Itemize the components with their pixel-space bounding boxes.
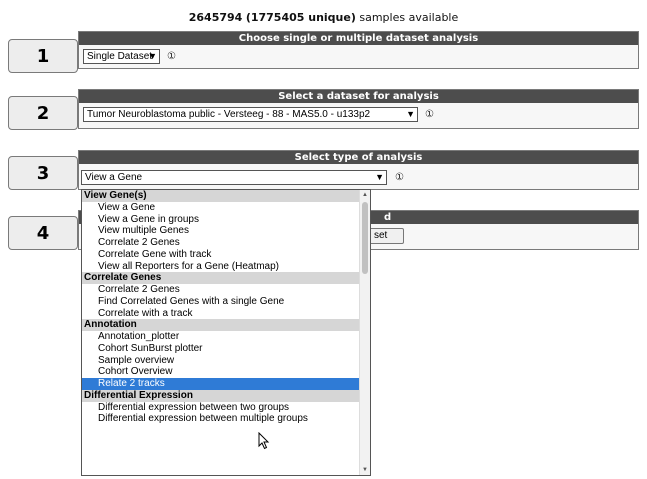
dropdown-option[interactable]: Differential expression between two grou… xyxy=(82,402,360,414)
step-2-panel: Select a dataset for analysis Tumor Neur… xyxy=(78,89,639,129)
dropdown-option[interactable]: Differential expression between multiple… xyxy=(82,413,360,425)
analysis-type-select[interactable]: View a Gene ▼ xyxy=(81,170,387,185)
sample-count: 2645794 xyxy=(188,11,243,24)
dropdown-option[interactable]: Annotation_plotter xyxy=(82,331,360,343)
option-group-header: Differential Expression xyxy=(82,389,360,402)
dropdown-option[interactable]: Correlate 2 Genes xyxy=(82,284,360,296)
info-icon[interactable]: ① xyxy=(167,49,176,64)
step-3-number: 3 xyxy=(8,156,78,190)
chevron-down-icon: ▼ xyxy=(406,109,415,119)
dropdown-option[interactable]: Relate 2 tracks xyxy=(82,378,360,390)
analysis-type-options: View Gene(s) View a Gene View a Gene in gr… xyxy=(82,190,360,425)
step-2-title: Select a dataset for analysis xyxy=(79,90,638,103)
scroll-up-icon[interactable]: ▲ xyxy=(360,190,370,200)
info-icon[interactable]: ① xyxy=(395,170,404,185)
reset-button[interactable]: set xyxy=(369,228,404,244)
step-1-title: Choose single or multiple dataset analys… xyxy=(79,32,638,45)
step-1-number: 1 xyxy=(8,39,78,73)
dropdown-option[interactable]: Sample overview xyxy=(82,355,360,367)
step-3-panel: Select type of analysis View a Gene ▼ ① xyxy=(78,150,639,190)
option-group-header: Correlate Genes xyxy=(82,272,360,284)
dropdown-option[interactable]: View all Reporters for a Gene (Heatmap) xyxy=(82,261,360,273)
analysis-mode-select[interactable]: Single Dataset ▼ xyxy=(83,49,160,64)
dropdown-option[interactable]: Find Correlated Genes with a single Gene xyxy=(82,296,360,308)
mouse-pointer-icon xyxy=(258,432,270,450)
dropdown-option[interactable]: Correlate Gene with track xyxy=(82,249,360,261)
step-1-panel: Choose single or multiple dataset analys… xyxy=(78,31,639,69)
step-4-number: 4 xyxy=(8,216,78,250)
dropdown-option[interactable]: Cohort Overview xyxy=(82,366,360,378)
dropdown-scrollbar[interactable]: ▲ ▼ xyxy=(359,190,370,475)
analysis-type-dropdown[interactable]: View Gene(s) View a Gene View a Gene in gr… xyxy=(81,189,371,476)
samples-suffix: samples available xyxy=(359,11,459,24)
dropdown-option[interactable]: Correlate with a track xyxy=(82,308,360,320)
info-icon[interactable]: ① xyxy=(425,107,434,122)
analysis-mode-value: Single Dataset xyxy=(87,51,153,62)
dataset-value: Tumor Neuroblastoma public - Versteeg - … xyxy=(87,109,371,120)
dataset-select[interactable]: Tumor Neuroblastoma public - Versteeg - … xyxy=(83,107,418,122)
unique-count: (1775405 unique) xyxy=(245,11,356,24)
chevron-down-icon: ▼ xyxy=(375,172,384,182)
dropdown-option[interactable]: Cohort SunBurst plotter xyxy=(82,343,360,355)
dropdown-option[interactable]: Correlate 2 Genes xyxy=(82,237,360,249)
scroll-down-icon[interactable]: ▼ xyxy=(360,465,370,475)
dropdown-option[interactable]: View a Gene xyxy=(82,202,360,214)
step-2-number: 2 xyxy=(8,96,78,130)
dropdown-option[interactable]: View multiple Genes xyxy=(82,225,360,237)
option-group-header: View Gene(s) xyxy=(82,190,360,202)
step-3-title: Select type of analysis xyxy=(79,151,638,164)
scroll-thumb[interactable] xyxy=(362,202,368,274)
dropdown-option[interactable]: View a Gene in groups xyxy=(82,214,360,226)
analysis-type-value: View a Gene xyxy=(85,172,143,183)
chevron-down-icon: ▼ xyxy=(148,51,157,61)
option-group-header: Annotation xyxy=(82,319,360,331)
samples-available-header: 2645794 (1775405 unique) samples availab… xyxy=(0,11,647,24)
